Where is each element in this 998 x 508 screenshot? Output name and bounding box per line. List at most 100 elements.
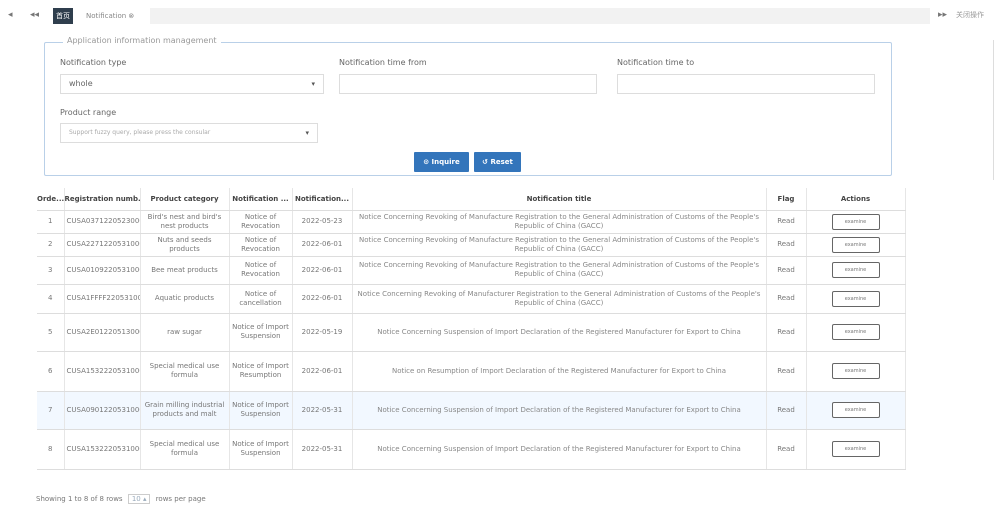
table-row: 5 CUSA2E012205130002 raw sugar Notice of… [37, 313, 906, 352]
cell-flag: Read [766, 210, 807, 234]
table-row: 8 CUSA15322205310001 Special medical use… [37, 429, 906, 470]
cell-flag: Read [766, 313, 807, 352]
table-row: 6 CUSA15322205310001 Special medical use… [37, 351, 906, 392]
examine-button[interactable]: examine [831, 363, 880, 379]
time-to-label: Notification time to [617, 58, 695, 67]
close-operations-menu[interactable]: 关闭操作 [956, 10, 984, 20]
cell-actions: examine [806, 391, 906, 430]
reset-button[interactable]: ↺ Reset [474, 152, 521, 172]
cell-order: 8 [37, 429, 65, 470]
cell-registration: CUSA01092205310002 [64, 256, 141, 285]
product-range-select[interactable]: Support fuzzy query, please press the co… [60, 123, 318, 143]
cell-date: 2022-06-01 [292, 351, 353, 392]
cell-date: 2022-06-01 [292, 256, 353, 285]
cell-registration: CUSA15322205310001 [64, 351, 141, 392]
cell-date: 2022-06-01 [292, 284, 353, 314]
cell-date: 2022-06-01 [292, 233, 353, 257]
time-from-input[interactable] [339, 74, 597, 94]
cell-registration: CUSA09012205310006 [64, 391, 141, 430]
cell-actions: examine [806, 210, 906, 234]
cell-title: Notice Concerning Suspension of Import D… [352, 391, 767, 430]
cell-order: 5 [37, 313, 65, 352]
examine-button[interactable]: examine [831, 290, 880, 307]
cell-category: Bee meat products [140, 256, 230, 285]
cell-flag: Read [766, 284, 807, 314]
cell-actions: examine [806, 429, 906, 470]
cell-category: Special medical use formula [140, 429, 230, 470]
notification-type-select[interactable]: whole ▾ [60, 74, 324, 94]
table-row: 2 CUSA22712205310004 Nuts and seeds prod… [37, 233, 906, 257]
table-row: 1 CUSA03712205230002 Bird's nest and bir… [37, 210, 906, 234]
cell-order: 2 [37, 233, 65, 257]
tab-notification[interactable]: Notification ⊗ [86, 8, 134, 24]
cell-category: Bird's nest and bird's nest products [140, 210, 230, 234]
cell-order: 3 [37, 256, 65, 285]
column-header[interactable]: Flag [766, 188, 807, 211]
column-header[interactable]: Notification title [352, 188, 767, 211]
column-header[interactable]: Notification ... [229, 188, 293, 211]
notification-table: Orde... Registration numb... Product cat… [37, 188, 906, 470]
cell-flag: Read [766, 256, 807, 285]
table-header-row: Orde... Registration numb... Product cat… [37, 188, 906, 211]
examine-button[interactable]: examine [831, 441, 880, 457]
examine-button[interactable]: examine [831, 213, 880, 230]
notification-type-label: Notification type [60, 58, 127, 67]
cell-actions: examine [806, 313, 906, 352]
product-range-label: Product range [60, 108, 117, 117]
cell-actions: examine [806, 284, 906, 314]
cell-notification-type: Notice of Revocation [229, 233, 293, 257]
cell-title: Notice Concerning Revoking of Manufactur… [352, 256, 767, 285]
tab-bar: ◂ ◂◂ 首页 Notification ⊗ ▸▸ 关闭操作 [0, 0, 998, 30]
cell-notification-type: Notice of Import Resumption [229, 351, 293, 392]
tab-home[interactable]: 首页 [53, 8, 73, 24]
cell-actions: examine [806, 233, 906, 257]
cell-date: 2022-05-23 [292, 210, 353, 234]
table-row: 4 CUSA1FFFF2205310008 Aquatic products N… [37, 284, 906, 314]
showing-rows-text: Showing 1 to 8 of 8 rows [36, 495, 123, 503]
cell-title: Notice on Resumption of Import Declarati… [352, 351, 767, 392]
examine-button[interactable]: examine [831, 324, 880, 340]
cell-notification-type: Notice of Import Suspension [229, 313, 293, 352]
column-header[interactable]: Orde... [37, 188, 65, 211]
product-range-placeholder: Support fuzzy query, please press the co… [69, 129, 211, 136]
cell-notification-type: Notice of Import Suspension [229, 391, 293, 430]
inquire-button[interactable]: ⊙ Inquire [414, 152, 469, 172]
page-size-select[interactable]: 10 ▴ [127, 494, 151, 504]
cell-title: Notice Concerning Revoking of Manufactur… [352, 284, 767, 314]
cell-registration: CUSA22712205310004 [64, 233, 141, 257]
column-header[interactable]: Actions [806, 188, 906, 211]
column-header[interactable]: Product category [140, 188, 230, 211]
cell-category: Aquatic products [140, 284, 230, 314]
cell-category: Grain milling industrial products and ma… [140, 391, 230, 430]
tab-strip [150, 8, 930, 24]
chevron-down-icon: ▾ [311, 80, 315, 88]
cell-order: 6 [37, 351, 65, 392]
chevron-down-icon: ▾ [305, 129, 309, 137]
cell-order: 1 [37, 210, 65, 234]
cell-notification-type: Notice of Revocation [229, 256, 293, 285]
column-header[interactable]: Notification... [292, 188, 353, 211]
cell-title: Notice Concerning Suspension of Import D… [352, 429, 767, 470]
cell-notification-type: Notice of cancellation [229, 284, 293, 314]
rows-per-page-text: rows per page [155, 495, 206, 503]
cell-flag: Read [766, 233, 807, 257]
cell-actions: examine [806, 256, 906, 285]
cell-registration: CUSA2E012205130002 [64, 313, 141, 352]
tab-next-icon[interactable]: ▸▸ [938, 10, 947, 20]
tab-prev-icon[interactable]: ◂ [8, 10, 13, 20]
column-header[interactable]: Registration numb... [64, 188, 141, 211]
table-row: 7 CUSA09012205310006 Grain milling indus… [37, 391, 906, 430]
tab-first-icon[interactable]: ◂◂ [30, 10, 39, 20]
examine-button[interactable]: examine [831, 236, 880, 253]
time-to-input[interactable] [617, 74, 875, 94]
examine-button[interactable]: examine [831, 262, 880, 278]
examine-button[interactable]: examine [831, 402, 880, 418]
cell-notification-type: Notice of Revocation [229, 210, 293, 234]
cell-order: 7 [37, 391, 65, 430]
cell-registration: CUSA03712205230002 [64, 210, 141, 234]
cell-registration: CUSA1FFFF2205310008 [64, 284, 141, 314]
notification-type-value: whole [69, 79, 93, 88]
cell-actions: examine [806, 351, 906, 392]
cell-flag: Read [766, 391, 807, 430]
cell-category: Nuts and seeds products [140, 233, 230, 257]
